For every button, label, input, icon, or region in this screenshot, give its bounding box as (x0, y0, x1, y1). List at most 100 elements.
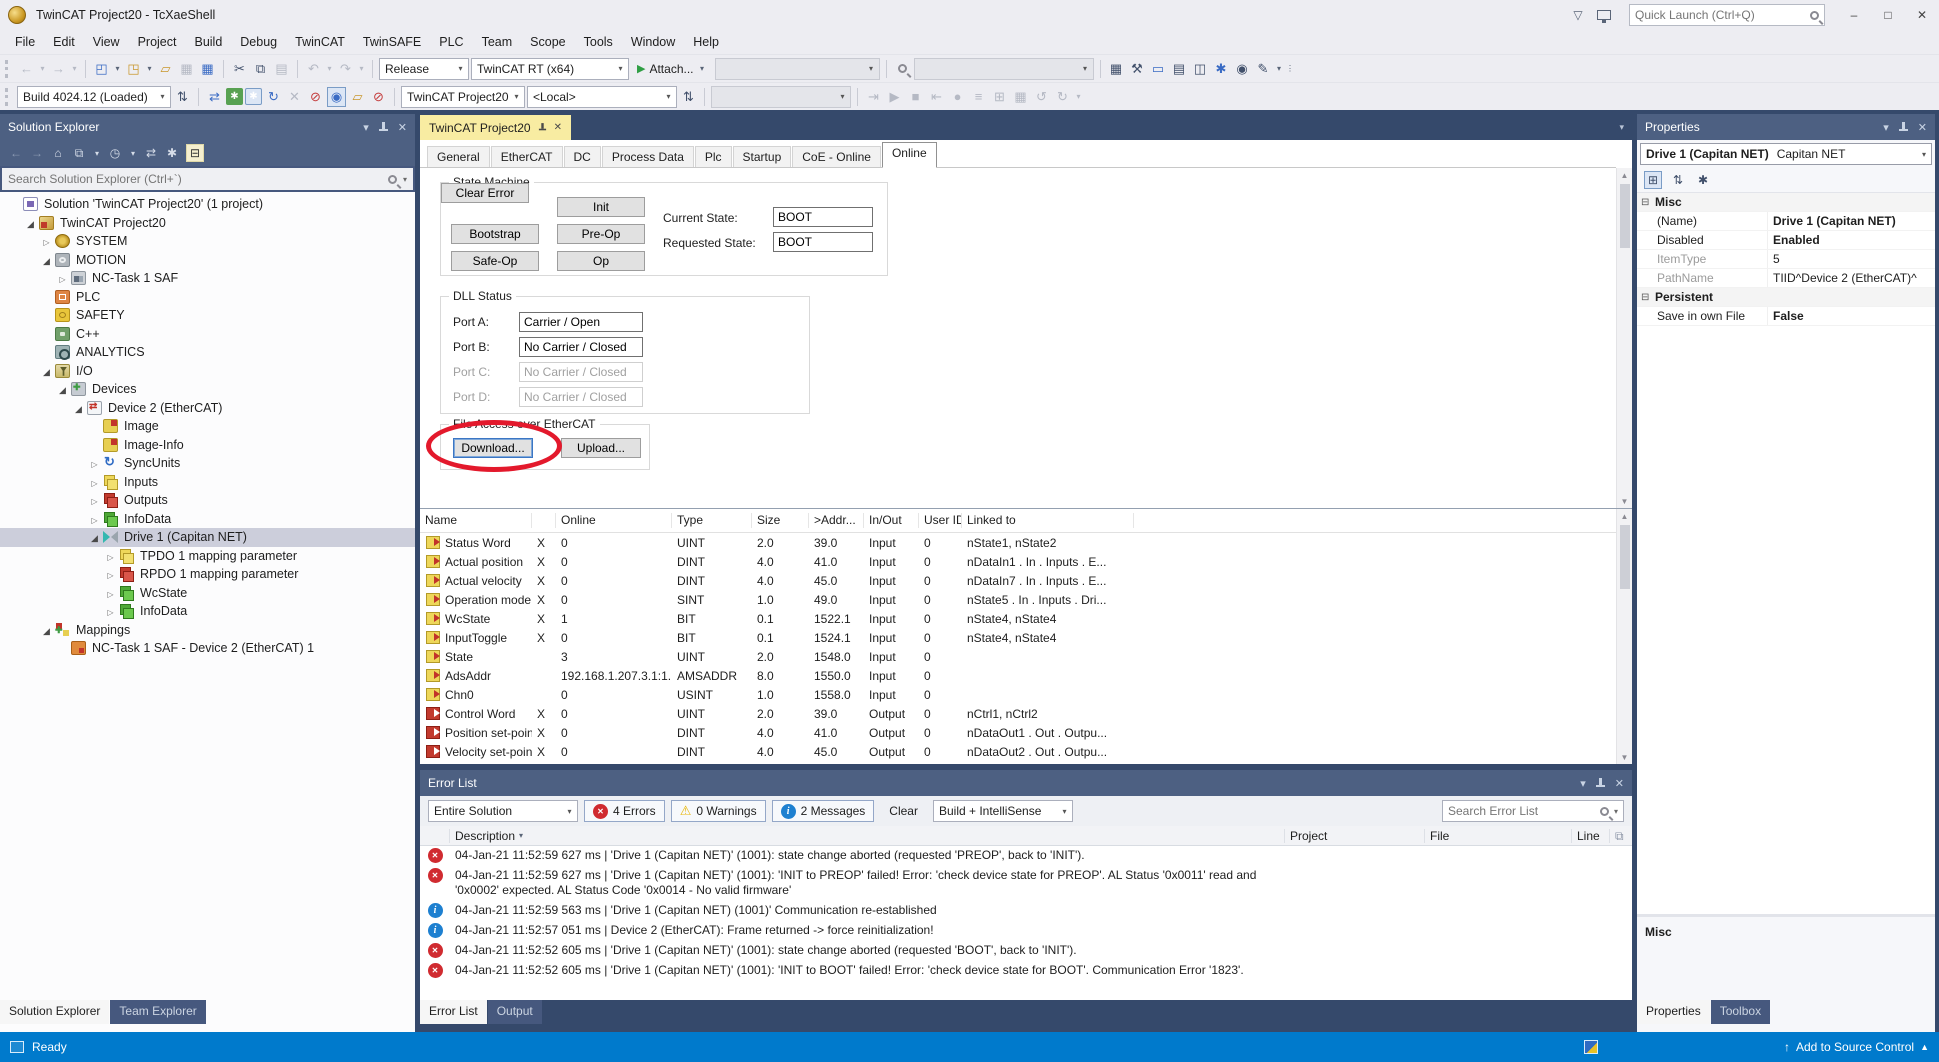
more-dropdown-icon[interactable]: ▾ (1275, 59, 1284, 79)
quick-launch-box[interactable] (1629, 4, 1825, 26)
expander-icon[interactable] (40, 623, 53, 637)
tree-item[interactable]: Mappings (0, 621, 415, 640)
menu-item[interactable]: View (84, 32, 129, 52)
choose-target-icon[interactable]: ⇄ (205, 87, 224, 107)
se-scope-dropdown-icon[interactable]: ▾ (93, 144, 101, 162)
se-pending-changes-icon[interactable]: ◷ (108, 144, 122, 162)
variable-row[interactable]: Actual velocity X 0 DINT 4.0 45.0 Input … (420, 571, 1616, 590)
plc-instance-combo[interactable]: ▾ (711, 86, 851, 108)
add-item-dropdown-icon[interactable]: ▾ (145, 59, 154, 79)
expander-icon[interactable] (72, 401, 85, 415)
free-run-icon[interactable]: ⊘ (369, 87, 388, 107)
combo-dropdown-icon[interactable]: ▾ (1922, 150, 1926, 159)
step-into-icon[interactable]: ⇥ (864, 87, 883, 107)
port-status-field[interactable] (519, 337, 643, 357)
variable-row[interactable]: Chn0 0 USINT 1.0 1558.0 Input 0 (420, 685, 1616, 704)
property-row[interactable]: Save in own File False (1637, 307, 1935, 326)
tree-item[interactable]: SyncUnits (0, 454, 415, 473)
port-status-field[interactable] (519, 312, 643, 332)
settings-gear-icon[interactable]: ✱ (1212, 59, 1231, 79)
save-icon[interactable]: ▦ (177, 59, 196, 79)
pin-icon[interactable] (1899, 122, 1908, 133)
close-icon[interactable]: ✕ (554, 122, 562, 133)
tree-item[interactable]: I/O (0, 362, 415, 381)
toolbar-options-dropdown-icon[interactable]: ▾ (1074, 87, 1083, 107)
state-button[interactable]: Bootstrap (451, 224, 539, 244)
se-back-icon[interactable]: ← (9, 144, 23, 162)
properties-title-bar[interactable]: Properties ▾ ✕ (1637, 114, 1935, 140)
toolbar-combo-empty-2[interactable]: ▾ (914, 58, 1094, 80)
new-project-icon[interactable]: ◰ (92, 59, 111, 79)
device-tab[interactable]: Plc (695, 146, 732, 168)
help-circle-icon[interactable]: ◉ (1233, 59, 1252, 79)
property-row[interactable]: Disabled Enabled (1637, 231, 1935, 250)
panel-tab[interactable]: Toolbox (1711, 1000, 1770, 1024)
expander-icon[interactable] (88, 475, 101, 489)
cut-icon[interactable]: ✂ (230, 59, 249, 79)
se-sync-icon[interactable]: ⇄ (144, 144, 158, 162)
error-list-title-bar[interactable]: Error List ▾ ✕ (420, 770, 1632, 796)
variable-row[interactable]: Status Word X 0 UINT 2.0 39.0 Input 0 nS… (420, 533, 1616, 552)
close-button[interactable]: ✕ (1905, 0, 1939, 30)
menu-item[interactable]: PLC (430, 32, 472, 52)
find-icon[interactable] (893, 59, 912, 79)
save-all-icon[interactable]: ▦ (198, 59, 217, 79)
tree-item[interactable]: Solution 'TwinCAT Project20' (1 project) (0, 195, 415, 214)
se-home-icon[interactable]: ⌂ (51, 144, 65, 162)
state-button[interactable]: Clear Error (441, 183, 529, 203)
variable-row[interactable]: WcState X 1 BIT 0.1 1522.1 Input 0 nStat… (420, 609, 1616, 628)
expander-icon[interactable] (40, 234, 53, 248)
menu-item[interactable]: Build (185, 32, 231, 52)
property-value[interactable]: 5 (1768, 252, 1935, 266)
toolbar-combo-empty-1[interactable]: ▾ (715, 58, 880, 80)
property-value[interactable]: TIID^Device 2 (EtherCAT)^ (1768, 271, 1935, 285)
rotate-right-icon[interactable]: ↻ (1053, 87, 1072, 107)
attach-button[interactable]: ▶ Attach... ▾ (631, 59, 713, 79)
se-pending-dropdown-icon[interactable]: ▾ (129, 144, 137, 162)
error-search-input[interactable] (1448, 804, 1595, 818)
form-editor-icon[interactable]: ✎ (1254, 59, 1273, 79)
window-position-chevron-icon[interactable]: ▾ (363, 121, 369, 134)
panel-tab[interactable]: Team Explorer (110, 1000, 205, 1024)
pin-icon[interactable] (1596, 778, 1605, 789)
variable-row[interactable]: Position set-point X 0 DINT 4.0 41.0 Out… (420, 723, 1616, 742)
expander-icon[interactable] (88, 512, 101, 526)
property-value[interactable]: False (1768, 309, 1935, 323)
expander-icon[interactable] (104, 586, 117, 600)
warnings-filter-button[interactable]: ⚠0 Warnings (671, 800, 766, 822)
clear-button[interactable]: Clear (880, 800, 927, 822)
device-tab[interactable]: EtherCAT (491, 146, 563, 168)
property-row[interactable]: Misc (1637, 193, 1935, 212)
redo-icon[interactable]: ↷ (336, 59, 355, 79)
feedback-icon[interactable] (1597, 10, 1611, 20)
variable-row[interactable]: State 3 UINT 2.0 1548.0 Input 0 (420, 647, 1616, 666)
expander-icon[interactable] (88, 493, 101, 507)
attach-dropdown-icon[interactable]: ▾ (698, 59, 707, 79)
config-mode-icon[interactable]: ✱ (226, 88, 243, 105)
tree-item[interactable]: TwinCAT Project20 (0, 214, 415, 233)
expander-icon[interactable] (56, 382, 69, 396)
pin-board-icon[interactable]: ▦ (1107, 59, 1126, 79)
step-out-icon[interactable]: ⇤ (927, 87, 946, 107)
panel-tab[interactable]: Properties (1637, 1000, 1710, 1024)
variable-row[interactable]: Operation mode... X 0 SINT 1.0 49.0 Inpu… (420, 590, 1616, 609)
property-value[interactable]: Drive 1 (Capitan NET) (1768, 214, 1935, 228)
stop-restart-icon[interactable]: ⊘ (306, 87, 325, 107)
device-tab[interactable]: General (427, 146, 490, 168)
target-system-combo[interactable]: <Local>▾ (527, 86, 677, 108)
tree-item[interactable]: InfoData (0, 602, 415, 621)
expander-icon[interactable] (56, 271, 69, 285)
minimize-button[interactable]: – (1837, 0, 1871, 30)
menu-item[interactable]: Help (684, 32, 728, 52)
sort-icon[interactable]: ▾ (519, 829, 523, 843)
tree-item[interactable]: SAFETY (0, 306, 415, 325)
search-dropdown-icon[interactable]: ▾ (403, 175, 407, 184)
port-status-field[interactable] (519, 362, 643, 382)
grid-scrollbar[interactable]: ▲▼ (1616, 509, 1632, 764)
variable-row[interactable]: Actual position X 0 DINT 4.0 41.0 Input … (420, 552, 1616, 571)
sync-target-icon[interactable]: ⇅ (679, 87, 698, 107)
paste-icon[interactable]: ▤ (272, 59, 291, 79)
menu-item[interactable]: Project (129, 32, 186, 52)
team-icon[interactable]: ◫ (1191, 59, 1210, 79)
expander-icon[interactable] (88, 530, 101, 544)
